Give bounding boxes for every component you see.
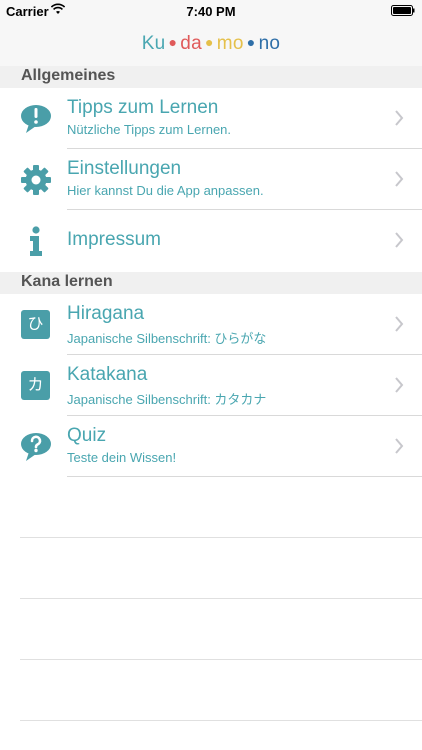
logo-part-da: da bbox=[180, 33, 203, 54]
section-header-allgemeines: Allgemeines bbox=[0, 66, 422, 88]
logo-part-no: no bbox=[258, 33, 281, 54]
row-title: Quiz bbox=[67, 425, 107, 446]
katakana-icon: カ bbox=[21, 371, 50, 400]
row-hiragana[interactable]: ひ Hiragana Japanische Silbenschrift: ひらが… bbox=[0, 294, 422, 355]
empty-row-separator bbox=[20, 659, 422, 660]
chevron-right-icon bbox=[395, 316, 404, 332]
chevron-right-icon bbox=[395, 232, 404, 248]
navigation-bar: Ku ● da ● mo ● no bbox=[0, 22, 422, 67]
section-header-kana-lernen: Kana lernen bbox=[0, 272, 422, 294]
chevron-right-icon bbox=[395, 171, 404, 187]
row-subtitle: Hier kannst Du die App anpassen. bbox=[67, 183, 264, 198]
logo-dot-2: ● bbox=[205, 34, 214, 50]
row-tipps-zum-lernen[interactable]: Tipps zum Lernen Nützliche Tipps zum Ler… bbox=[0, 88, 422, 149]
logo-part-mo: mo bbox=[216, 33, 244, 54]
logo-dot-1: ● bbox=[168, 34, 178, 50]
section-header-label: Allgemeines bbox=[21, 67, 116, 84]
row-subtitle: Japanische Silbenschrift: ひらがな bbox=[67, 331, 267, 346]
logo-dot-3: ● bbox=[246, 34, 256, 50]
app-logo: Ku ● da ● mo ● no bbox=[0, 33, 422, 55]
hiragana-icon: ひ bbox=[21, 310, 50, 339]
row-subtitle: Japanische Silbenschrift: カタカナ bbox=[67, 392, 267, 407]
speech-bubble-exclamation-icon bbox=[21, 105, 51, 133]
speech-bubble-question-icon bbox=[21, 433, 51, 461]
row-separator bbox=[67, 476, 422, 477]
row-title: Einstellungen bbox=[67, 158, 182, 179]
row-katakana[interactable]: カ Katakana Japanische Silbenschrift: カタカ… bbox=[0, 355, 422, 416]
row-einstellungen[interactable]: Einstellungen Hier kannst Du die App anp… bbox=[0, 149, 422, 210]
logo-part-ku: Ku bbox=[141, 33, 166, 54]
clock: 7:40 PM bbox=[186, 4, 236, 19]
row-title: Tipps zum Lernen bbox=[67, 97, 219, 118]
status-bar: Carrier 7:40 PM bbox=[0, 0, 422, 22]
row-title: Hiragana bbox=[67, 303, 145, 324]
gear-icon bbox=[21, 165, 51, 195]
empty-row-separator bbox=[20, 537, 422, 538]
empty-row-separator bbox=[20, 598, 422, 599]
row-title: Impressum bbox=[67, 229, 161, 250]
empty-row-separator bbox=[20, 720, 422, 721]
row-subtitle: Nützliche Tipps zum Lernen. bbox=[67, 122, 232, 137]
battery-icon bbox=[391, 5, 415, 16]
chevron-right-icon bbox=[395, 110, 404, 126]
row-subtitle: Teste dein Wissen! bbox=[67, 450, 177, 465]
chevron-right-icon bbox=[395, 438, 404, 454]
row-quiz[interactable]: Quiz Teste dein Wissen! bbox=[0, 416, 422, 477]
chevron-right-icon bbox=[395, 377, 404, 393]
row-impressum[interactable]: Impressum bbox=[0, 210, 422, 271]
info-icon bbox=[30, 226, 42, 256]
section-header-label: Kana lernen bbox=[21, 273, 113, 290]
row-title: Katakana bbox=[67, 364, 148, 385]
